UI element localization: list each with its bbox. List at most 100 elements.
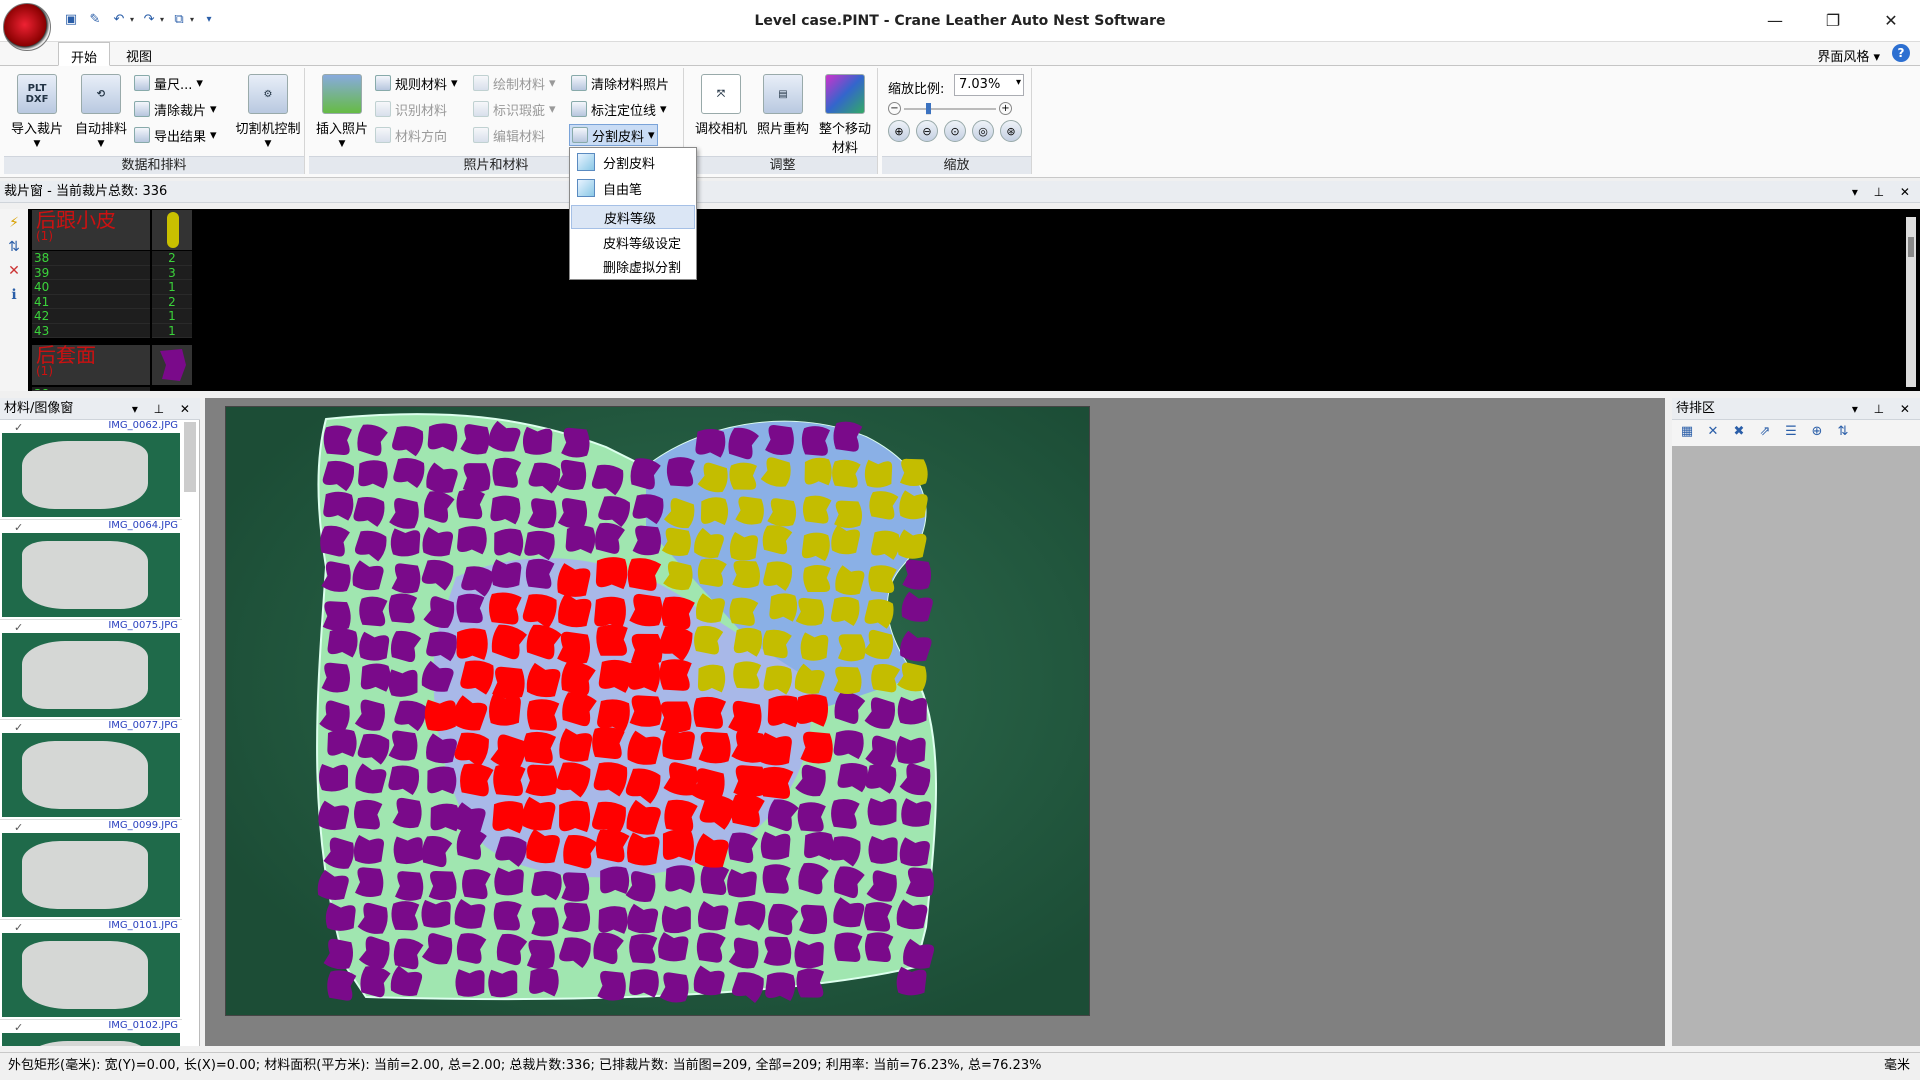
thumbnail-item[interactable]: ✓ IMG_0099.JPG (0, 820, 182, 920)
nested-piece[interactable] (595, 556, 629, 590)
nested-piece[interactable] (462, 463, 491, 493)
tab-view[interactable]: 视图 (114, 42, 164, 66)
tab-home[interactable]: 开始 (58, 42, 111, 66)
mark-defects-button[interactable]: 标识瑕疵 ▾ (473, 98, 556, 120)
import-cut-button[interactable]: PLT DXF 导入裁片 ▼ (6, 72, 68, 154)
undo-icon[interactable]: ↶ (110, 10, 128, 28)
nested-piece[interactable] (559, 800, 591, 833)
photo-reconstruct-button[interactable]: ▤ 照片重构 (752, 72, 814, 154)
nested-piece[interactable] (424, 699, 456, 732)
zoom-actual-icon[interactable]: ◎ (972, 120, 994, 142)
nested-piece[interactable] (629, 695, 662, 728)
redo-dropdown-icon[interactable]: ▾ (160, 15, 164, 24)
zoom-fit-icon[interactable]: ⊙ (944, 120, 966, 142)
size-cell[interactable]: 38 (32, 251, 150, 266)
zoom-select[interactable]: 7.03% (954, 74, 1024, 96)
split-leather-button[interactable]: 分割皮料 ▾ (569, 124, 658, 146)
nested-piece[interactable] (660, 701, 692, 733)
nested-piece[interactable] (488, 969, 518, 998)
info-icon[interactable]: ℹ (5, 287, 23, 305)
zoom-slider-thumb[interactable] (926, 103, 931, 115)
nested-piece[interactable] (393, 836, 423, 865)
nested-piece[interactable] (600, 866, 630, 894)
size-cell[interactable]: 41 (32, 294, 150, 309)
thumbnail-item[interactable]: ✓ IMG_0077.JPG (0, 720, 182, 820)
count-cell[interactable]: 3 (152, 265, 192, 280)
nested-piece[interactable] (867, 797, 897, 826)
panel-controls[interactable]: ▾ ⊥ ✕ (1852, 181, 1916, 203)
grid-icon[interactable]: ▦ (1678, 424, 1696, 442)
app-logo[interactable] (3, 3, 51, 51)
count-cell[interactable]: 1 (152, 323, 192, 338)
mark-position-line-button[interactable]: 标注定位线 ▾ (571, 98, 667, 120)
delete-piece-icon[interactable]: ✕ (5, 263, 23, 281)
split-leather-dropdown-icon[interactable]: ▾ (648, 128, 655, 143)
size-cell[interactable]: 42 (32, 309, 150, 324)
piece-shape-back-cover[interactable] (152, 345, 192, 385)
sort-icon[interactable]: ⇅ (1834, 424, 1852, 442)
auto-nest-button[interactable]: ⟲ 自动排料 ▼ (70, 72, 132, 154)
thumbnail-image[interactable] (2, 1033, 180, 1046)
zoom-all-icon[interactable]: ⊛ (1000, 120, 1022, 142)
piece-name-heel[interactable]: 后跟小皮 (1) (32, 210, 150, 250)
redo-icon[interactable]: ↷ (140, 10, 158, 28)
menu-item-leather-grade-settings[interactable]: 皮料等级设定 (571, 230, 695, 254)
nested-piece[interactable] (531, 907, 559, 937)
lightning-icon[interactable]: ⚡ (5, 215, 23, 233)
list-icon[interactable]: ☰ (1782, 424, 1800, 442)
size-cell[interactable]: 43 (32, 323, 150, 338)
recognize-material-button[interactable]: 识别材料 (375, 98, 447, 120)
nested-piece[interactable] (526, 698, 560, 731)
export-result-button[interactable]: 导出结果 ▾ (134, 124, 217, 146)
nested-piece[interactable] (456, 628, 488, 661)
regular-material-button[interactable]: 规则材料 ▾ (375, 72, 458, 94)
piece-shape-heel[interactable] (152, 210, 192, 250)
thumbnail-item[interactable]: ✓ IMG_0075.JPG (0, 620, 182, 720)
nested-piece[interactable] (318, 764, 349, 792)
undo-dropdown-icon[interactable]: ▾ (130, 15, 134, 24)
nested-piece[interactable] (594, 595, 628, 630)
nested-piece[interactable] (899, 591, 934, 625)
remove-all-icon[interactable]: ✖ (1730, 424, 1748, 442)
size-cell[interactable]: 38 (32, 387, 150, 391)
sort-icon[interactable]: ⇅ (5, 239, 23, 257)
nested-piece[interactable] (803, 564, 831, 593)
nested-piece[interactable] (796, 968, 825, 998)
customize-icon[interactable]: ▾ (200, 10, 218, 28)
zoom-in-small-icon[interactable]: + (999, 102, 1012, 115)
script-icon[interactable]: ✎ (86, 10, 104, 28)
nested-piece[interactable] (525, 764, 558, 797)
zoom-in-icon[interactable]: ⊕ (888, 120, 910, 142)
zoom-slider[interactable]: − + (888, 102, 1012, 116)
nested-piece[interactable] (492, 800, 525, 834)
thumbnail-image[interactable] (2, 933, 180, 1017)
nested-piece[interactable] (455, 969, 485, 997)
clear-material-photo-button[interactable]: 清除材料照片 (571, 72, 669, 94)
thumbnail-item[interactable]: ✓ IMG_0062.JPG (0, 420, 182, 520)
menu-item-free-pen[interactable]: 自由笔 (571, 176, 695, 200)
thumbnail-image[interactable] (2, 533, 180, 617)
size-cell[interactable]: 39 (32, 265, 150, 280)
count-cell[interactable]: 2 (152, 251, 192, 266)
nested-piece[interactable] (661, 905, 691, 934)
clear-pieces-button[interactable]: 清除裁片 ▾ (134, 98, 217, 120)
cutter-control-button[interactable]: ⚙ 切割机控制 ▼ (230, 72, 306, 154)
nested-piece[interactable] (838, 634, 866, 662)
draw-material-button[interactable]: 绘制材料 ▾ (473, 72, 556, 94)
close-button[interactable]: ✕ (1862, 0, 1920, 40)
nested-piece[interactable] (765, 971, 797, 1002)
thumbnail-image[interactable] (2, 633, 180, 717)
maximize-button[interactable]: ❐ (1804, 0, 1862, 40)
nested-piece[interactable] (804, 457, 832, 486)
minimize-button[interactable]: — (1746, 0, 1804, 40)
ui-style-menu[interactable]: 界面风格 ▾ (1817, 46, 1880, 65)
thumbnail-image[interactable] (2, 833, 180, 917)
thumbnail-item[interactable]: ✓ IMG_0101.JPG (0, 920, 182, 1020)
edit-material-button[interactable]: 编辑材料 (473, 124, 545, 146)
menu-item-delete-virtual-split[interactable]: 删除虚拟分割 (571, 254, 695, 278)
nested-piece[interactable] (700, 497, 729, 525)
export-icon[interactable]: ⇗ (1756, 424, 1774, 442)
calibrate-camera-button[interactable]: ⤧ 调校相机 (690, 72, 752, 154)
remove-icon[interactable]: ✕ (1704, 424, 1722, 442)
panel-controls[interactable]: ▾ ⊥ ✕ (132, 398, 196, 420)
